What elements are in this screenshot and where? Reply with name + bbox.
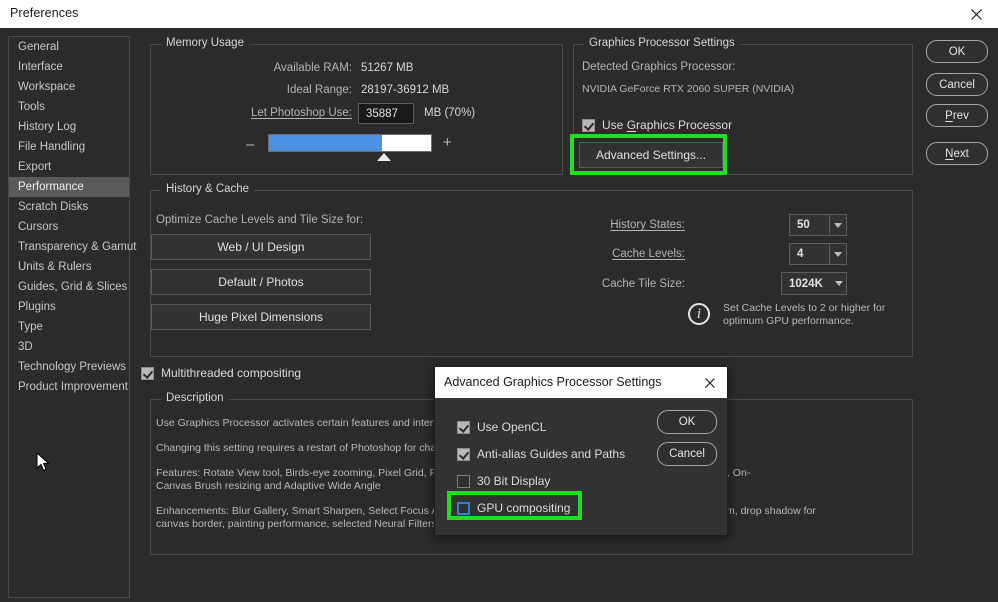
history-cache-group: History & Cache Optimize Cache Levels an…	[150, 183, 913, 357]
window-title-bar: Preferences	[0, 0, 998, 28]
multithreaded-compositing-checkbox[interactable]: Multithreaded compositing	[141, 366, 301, 380]
memory-usage-legend: Memory Usage	[161, 37, 249, 49]
use-opencl-checkbox[interactable]: Use OpenCL	[457, 420, 546, 434]
chevron-down-icon[interactable]	[829, 215, 846, 235]
memory-slider-track[interactable]	[268, 134, 432, 152]
let-photoshop-use-input[interactable]: 35887	[358, 103, 414, 124]
detected-gpu-label: Detected Graphics Processor:	[582, 61, 736, 73]
memory-slider-increase[interactable]: +	[443, 135, 452, 150]
checkbox-box	[141, 366, 154, 380]
history-cache-legend: History & Cache	[161, 183, 255, 195]
close-glyph	[970, 8, 982, 20]
history-states-select[interactable]: 50	[789, 214, 847, 236]
dialog-cancel-button[interactable]: Cancel	[657, 442, 717, 466]
prev-button[interactable]: Prev	[926, 104, 988, 127]
sidebar-item-history-log[interactable]: History Log	[9, 117, 129, 137]
close-icon[interactable]	[954, 0, 998, 28]
sidebar-item-file-handling[interactable]: File Handling	[9, 137, 129, 157]
dialog-title: Advanced Graphics Processor Settings	[444, 375, 662, 389]
sidebar-item-product-improvement[interactable]: Product Improvement	[9, 377, 129, 397]
cache-info-text-line2: optimum GPU performance.	[723, 315, 854, 327]
mouse-pointer-icon	[36, 452, 50, 472]
cache-levels-label-text: Cache Levels:	[612, 248, 685, 260]
detected-gpu-value: NVIDIA GeForce RTX 2060 SUPER (NVIDIA)	[582, 83, 795, 95]
checkbox-box	[457, 420, 470, 434]
sidebar-item-scratch-disks[interactable]: Scratch Disks	[9, 197, 129, 217]
memory-slider-thumb[interactable]	[377, 153, 391, 161]
info-icon: i	[688, 303, 710, 325]
close-glyph	[705, 377, 715, 388]
use-graphics-processor-label: Use Graphics Processor	[602, 118, 733, 132]
preset-web-ui-design-button[interactable]: Web / UI Design	[151, 234, 371, 260]
sidebar-item-plugins[interactable]: Plugins	[9, 297, 129, 317]
sidebar-item-export[interactable]: Export	[9, 157, 129, 177]
advanced-settings-button[interactable]: Advanced Settings...	[579, 142, 723, 168]
preset-huge-pixel-dimensions-button[interactable]: Huge Pixel Dimensions	[151, 304, 371, 330]
memory-slider-fill	[269, 135, 383, 151]
preferences-category-list[interactable]: General Interface Workspace Tools Histor…	[8, 36, 136, 598]
sidebar-item-transparency-gamut[interactable]: Transparency & Gamut	[9, 237, 136, 257]
sidebar-item-cursors[interactable]: Cursors	[9, 217, 129, 237]
memory-slider-decrease[interactable]: –	[246, 137, 254, 152]
checkbox-box	[457, 474, 470, 488]
available-ram-value: 51267 MB	[361, 62, 414, 74]
memory-usage-group: Memory Usage Available RAM: 51267 MB Ide…	[150, 37, 563, 175]
checkbox-box	[457, 447, 470, 461]
multithreaded-compositing-label: Multithreaded compositing	[161, 366, 302, 380]
advanced-graphics-processor-settings-dialog: Advanced Graphics Processor Settings Use…	[434, 366, 728, 536]
let-photoshop-use-label: Let Photoshop Use:	[222, 107, 352, 119]
ideal-range-value: 28197-36912 MB	[361, 84, 450, 96]
graphics-processor-group: Graphics Processor Settings Detected Gra…	[573, 37, 913, 175]
cache-levels-select[interactable]: 4	[789, 243, 847, 265]
ok-button[interactable]: OK	[926, 40, 988, 63]
cache-tile-size-select[interactable]: 1024K	[781, 272, 847, 295]
graphics-processor-legend: Graphics Processor Settings	[584, 37, 740, 49]
cache-levels-value: 4	[797, 248, 804, 260]
cache-tile-size-value: 1024K	[789, 277, 823, 290]
preset-default-photos-button[interactable]: Default / Photos	[151, 269, 371, 295]
sidebar-item-guides-grid-slices[interactable]: Guides, Grid & Slices	[9, 277, 129, 297]
history-states-value: 50	[797, 219, 810, 231]
ideal-range-label: Ideal Range:	[286, 84, 352, 96]
dialog-title-bar: Advanced Graphics Processor Settings	[435, 367, 727, 398]
sidebar-item-units-rulers[interactable]: Units & Rulers	[9, 257, 129, 277]
checkbox-box	[457, 501, 470, 515]
next-button[interactable]: Next	[926, 142, 988, 165]
available-ram-label: Available RAM:	[273, 62, 352, 74]
use-graphics-processor-checkbox[interactable]: Use Graphics Processor	[582, 118, 732, 132]
description-legend: Description	[161, 392, 229, 404]
30-bit-display-checkbox[interactable]: 30 Bit Display	[457, 474, 550, 488]
sidebar-item-performance[interactable]: Performance	[9, 177, 129, 197]
optimize-cache-label: Optimize Cache Levels and Tile Size for:	[156, 214, 364, 226]
history-states-label-text: History States:	[610, 219, 685, 231]
let-photoshop-use-label-text: Let Photoshop Use:	[250, 107, 352, 119]
gpu-compositing-label: GPU compositing	[477, 501, 571, 515]
gpu-compositing-checkbox[interactable]: GPU compositing	[457, 501, 570, 515]
close-icon[interactable]	[693, 367, 727, 398]
anti-alias-guides-paths-label: Anti-alias Guides and Paths	[477, 447, 626, 461]
let-photoshop-use-suffix: MB (70%)	[424, 107, 476, 119]
cache-tile-size-label: Cache Tile Size:	[601, 278, 685, 290]
use-opencl-label: Use OpenCL	[477, 420, 547, 434]
sidebar-item-type[interactable]: Type	[9, 317, 129, 337]
chevron-down-icon[interactable]	[829, 244, 846, 264]
sidebar-item-3d[interactable]: 3D	[9, 337, 129, 357]
history-states-label: History States:	[551, 219, 685, 231]
description-line-4: Canvas Brush resizing and Adaptive Wide …	[156, 480, 381, 492]
sidebar-item-technology-previews[interactable]: Technology Previews	[9, 357, 129, 377]
window-title: Preferences	[10, 6, 79, 20]
cancel-button[interactable]: Cancel	[926, 73, 988, 96]
30-bit-display-label: 30 Bit Display	[477, 474, 551, 488]
checkbox-box	[582, 118, 595, 132]
sidebar-item-interface[interactable]: Interface	[9, 57, 129, 77]
dialog-ok-button[interactable]: OK	[657, 410, 717, 434]
anti-alias-guides-paths-checkbox[interactable]: Anti-alias Guides and Paths	[457, 447, 625, 461]
cache-levels-label: Cache Levels:	[551, 248, 685, 260]
sidebar-item-tools[interactable]: Tools	[9, 97, 129, 117]
sidebar-item-workspace[interactable]: Workspace	[9, 77, 129, 97]
preferences-window: Preferences General Interface Workspace …	[0, 0, 998, 602]
chevron-down-icon[interactable]	[831, 273, 846, 294]
sidebar-item-general[interactable]: General	[9, 37, 129, 57]
cache-info-text-line1: Set Cache Levels to 2 or higher for	[723, 302, 886, 314]
